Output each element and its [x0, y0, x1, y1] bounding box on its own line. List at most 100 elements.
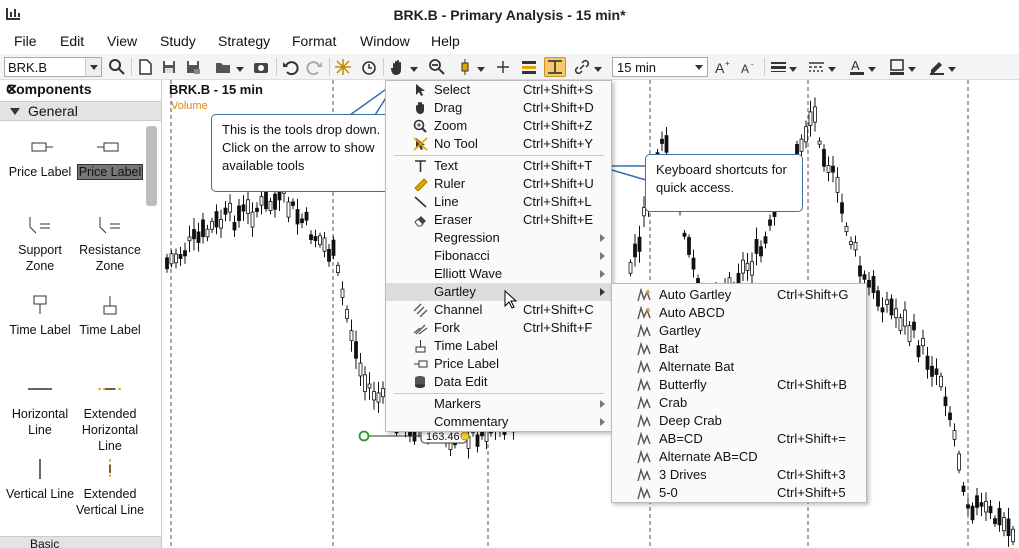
menu-item-label: Elliott Wave: [434, 266, 503, 281]
menu-item-shortcut: Ctrl+Shift+F: [523, 320, 593, 335]
menu-separator: [394, 155, 604, 156]
data-edit-icon: [415, 376, 425, 388]
harmonic-pattern-icon: [637, 396, 651, 410]
menu-item-label: Fork: [434, 320, 460, 335]
menu-item-markers[interactable]: Markers: [386, 395, 611, 413]
gartley-item-bat[interactable]: Bat: [612, 340, 866, 358]
menu-item-eraser[interactable]: Eraser Ctrl+Shift+E: [386, 211, 611, 229]
shortcuts-callout: Keyboard shortcuts for quick access.: [645, 154, 803, 212]
menu-item-label: Regression: [434, 230, 500, 245]
menu-item-label: Drag: [434, 100, 463, 115]
menu-item-shortcut: Ctrl+Shift+Z: [523, 118, 593, 133]
submenu-arrow-icon: [600, 288, 605, 296]
menu-item-shortcut: Ctrl+Shift+L: [523, 194, 592, 209]
tools-dropdown-menu: Select Ctrl+Shift+S Drag Ctrl+Shift+D Zoom…: [385, 80, 612, 432]
submenu-item-label: Gartley: [659, 323, 701, 338]
submenu-item-shortcut: Ctrl+Shift+3: [777, 467, 846, 482]
ruler-icon: [414, 178, 428, 191]
menu-item-shortcut: Ctrl+Shift+S: [523, 82, 594, 97]
auto-pattern-icon: [637, 306, 651, 320]
time-label-icon: [415, 340, 426, 353]
magnifier-icon: [413, 119, 427, 133]
shortcuts-callout-text: Keyboard shortcuts for quick access.: [656, 162, 787, 195]
submenu-item-label: Crab: [659, 395, 688, 410]
menu-item-ruler[interactable]: Ruler Ctrl+Shift+U: [386, 175, 611, 193]
submenu-item-label: Butterfly: [659, 377, 707, 392]
menu-separator: [394, 393, 604, 394]
submenu-arrow-icon: [600, 418, 605, 426]
menu-item-label: No Tool: [434, 136, 478, 151]
harmonic-pattern-icon: [637, 468, 651, 482]
submenu-arrow-icon: [600, 252, 605, 260]
harmonic-pattern-icon: [637, 324, 651, 338]
gartley-item-auto-gartley[interactable]: Auto Gartley Ctrl+Shift+G: [612, 286, 866, 304]
menu-item-label: Eraser: [434, 212, 473, 227]
submenu-item-label: Alternate AB=CD: [659, 449, 758, 464]
channel-icon: [413, 303, 428, 317]
menu-item-elliott-wave[interactable]: Elliott Wave: [386, 265, 611, 283]
menu-item-label: Fibonacci: [434, 248, 490, 263]
gartley-item-alternate-bat[interactable]: Alternate Bat: [612, 358, 866, 376]
menu-item-commentary[interactable]: Commentary: [386, 413, 611, 431]
menu-item-gartley[interactable]: Gartley: [386, 283, 611, 301]
menu-item-shortcut: Ctrl+Shift+T: [523, 158, 593, 173]
harmonic-pattern-icon: [637, 486, 651, 500]
gartley-item-alternate-ab-cd[interactable]: Alternate AB=CD: [612, 448, 866, 466]
submenu-item-label: 3 Drives: [659, 467, 707, 482]
menu-item-price-label[interactable]: Price Label: [386, 355, 611, 373]
menu-item-no-tool[interactable]: No Tool Ctrl+Shift+Y: [386, 135, 611, 153]
menu-item-label: Data Edit: [434, 374, 488, 389]
submenu-arrow-icon: [600, 234, 605, 242]
menu-item-line[interactable]: Line Ctrl+Shift+L: [386, 193, 611, 211]
fork-icon: [413, 324, 428, 335]
menu-item-select[interactable]: Select Ctrl+Shift+S: [386, 81, 611, 99]
menu-item-channel[interactable]: Channel Ctrl+Shift+C: [386, 301, 611, 319]
auto-pattern-icon: [637, 288, 651, 302]
mouse-cursor-icon: [504, 290, 518, 309]
gartley-item-butterfly[interactable]: Butterfly Ctrl+Shift+B: [612, 376, 866, 394]
menu-item-label: Time Label: [434, 338, 498, 353]
gartley-item-deep-crab[interactable]: Deep Crab: [612, 412, 866, 430]
menu-item-label: Zoom: [434, 118, 468, 133]
gartley-item-5-0[interactable]: 5-0 Ctrl+Shift+5: [612, 484, 866, 502]
menu-item-shortcut: Ctrl+Shift+D: [523, 100, 594, 115]
eraser-icon: [414, 216, 426, 227]
menu-item-label: Price Label: [434, 356, 500, 371]
submenu-item-label: AB=CD: [659, 431, 703, 446]
tools-callout: This is the tools drop down. Click on th…: [211, 114, 411, 192]
text-t-icon: [415, 160, 426, 172]
menu-item-time-label[interactable]: Time Label: [386, 337, 611, 355]
menu-item-label: Gartley: [434, 284, 476, 299]
harmonic-pattern-icon: [637, 450, 651, 464]
line-icon: [414, 196, 427, 208]
gartley-item-3-drives[interactable]: 3 Drives Ctrl+Shift+3: [612, 466, 866, 484]
menu-item-regression[interactable]: Regression: [386, 229, 611, 247]
menu-item-text[interactable]: Text Ctrl+Shift+T: [386, 157, 611, 175]
menu-item-fibonacci[interactable]: Fibonacci: [386, 247, 611, 265]
submenu-item-shortcut: Ctrl+Shift+G: [777, 287, 849, 302]
submenu-item-label: Alternate Bat: [659, 359, 735, 374]
menu-item-zoom[interactable]: Zoom Ctrl+Shift+Z: [386, 117, 611, 135]
submenu-item-label: Auto Gartley: [659, 287, 732, 302]
menu-item-shortcut: Ctrl+Shift+U: [523, 176, 594, 191]
menu-item-shortcut: Ctrl+Shift+Y: [523, 136, 594, 151]
no-tool-icon: [413, 137, 428, 151]
tools-callout-text: This is the tools drop down. Click on th…: [222, 122, 381, 173]
harmonic-pattern-icon: [637, 378, 651, 392]
submenu-item-shortcut: Ctrl+Shift+B: [777, 377, 848, 392]
menu-item-data-edit[interactable]: Data Edit: [386, 373, 611, 391]
menu-item-label: Channel: [434, 302, 483, 317]
gartley-submenu: Auto Gartley Ctrl+Shift+G Auto ABCD Gartley…: [611, 283, 867, 503]
submenu-arrow-icon: [600, 400, 605, 408]
harmonic-pattern-icon: [637, 360, 651, 374]
gartley-item-crab[interactable]: Crab: [612, 394, 866, 412]
gartley-item-ab-cd[interactable]: AB=CD Ctrl+Shift+=: [612, 430, 866, 448]
gartley-item-auto-abcd[interactable]: Auto ABCD: [612, 304, 866, 322]
menu-item-label: Select: [434, 82, 471, 97]
submenu-item-label: 5-0: [659, 485, 678, 500]
menu-item-fork[interactable]: Fork Ctrl+Shift+F: [386, 319, 611, 337]
menu-item-drag[interactable]: Drag Ctrl+Shift+D: [386, 99, 611, 117]
gartley-item-gartley[interactable]: Gartley: [612, 322, 866, 340]
submenu-item-shortcut: Ctrl+Shift+5: [777, 485, 846, 500]
harmonic-pattern-icon: [637, 414, 651, 428]
